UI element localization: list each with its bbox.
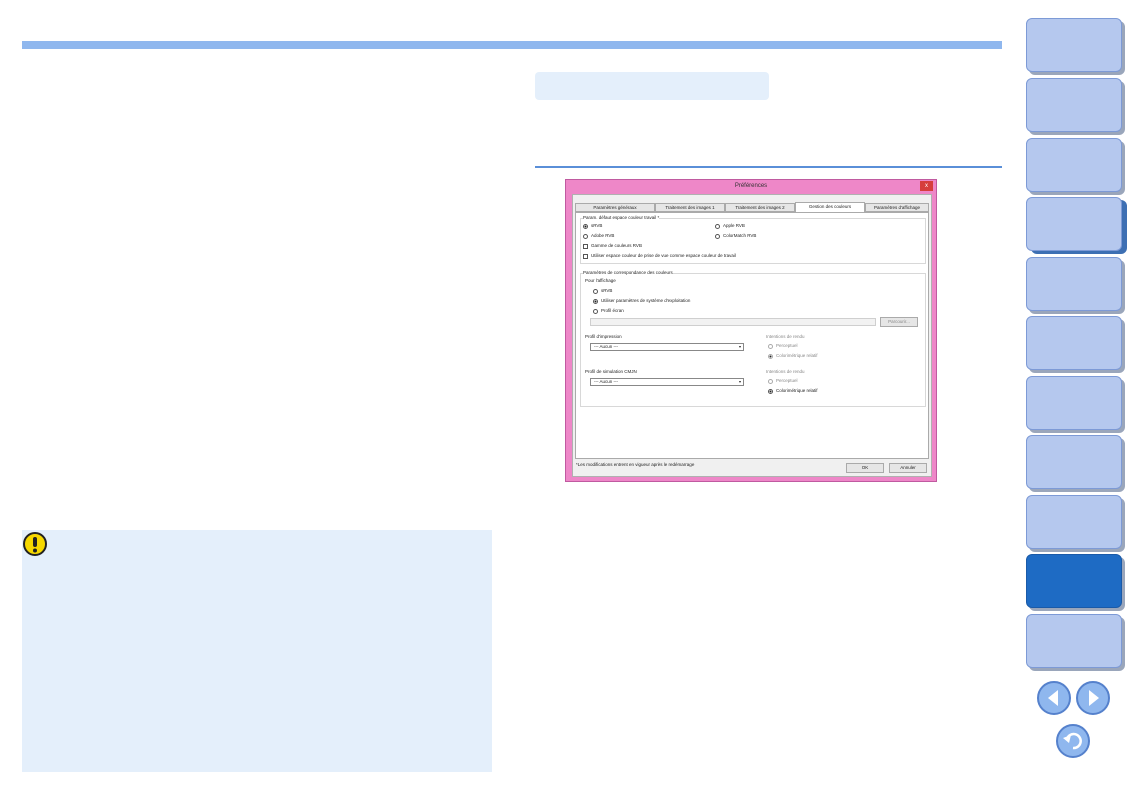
browse-button[interactable]: Parcourir... [880,317,918,327]
tab-color-management[interactable]: Gestion des couleurs [795,202,865,212]
print-profile-value: --- Aucun --- [594,344,619,349]
ok-button[interactable]: OK [846,463,884,473]
cmyk-relative-label: Colorimétrique relatif [776,388,818,393]
work-space-label: Param. défaut espace couleur travail * [583,215,660,221]
color-management-panel: Param. défaut espace couleur travail * s… [575,212,929,459]
wide-gamut-checkbox[interactable] [583,244,588,249]
cmyk-intent-label: Intentions de rendu [766,369,805,374]
display-os-label: Utiliser paramètres de système d'exploit… [601,298,691,303]
srgb-radio[interactable] [583,224,588,229]
sidebar-tab-9[interactable] [1026,495,1122,549]
matching-group [580,273,926,407]
colormatch-rgb-label: ColorMatch RVB [723,233,757,238]
arrow-left-icon [1048,690,1058,706]
matching-label: Paramètres de correspondance des couleur… [583,270,673,276]
print-profile-select[interactable]: --- Aucun --- ▾ [590,343,744,351]
header-bar [22,41,1002,49]
cmyk-profile-select[interactable]: --- Aucun --- ▾ [590,378,744,386]
tab-image-1[interactable]: Traitement des images 1 [655,203,725,212]
sidebar-tab-8[interactable] [1026,435,1122,489]
sidebar-tab-5[interactable] [1026,257,1122,311]
print-relative-radio[interactable] [768,354,773,359]
tab-general[interactable]: Paramètres généraux [575,203,655,212]
print-perceptual-label: Perceptuel [776,343,798,348]
tab-image-2[interactable]: Traitement des images 2 [725,203,795,212]
return-icon [1063,732,1082,750]
adobe-rgb-label: Adobe RVB [591,233,615,238]
dialog-title: Préférences [734,183,768,189]
caution-note-box [22,530,492,772]
section-rule [535,166,1002,168]
chevron-down-icon: ▾ [738,344,741,349]
display-srgb-label: sRVB [601,288,613,293]
print-profile-label: Profil d'impression [585,334,622,339]
next-page-button[interactable] [1076,681,1110,715]
return-button[interactable] [1056,724,1090,758]
dialog-body: Paramètres généraux Traitement des image… [572,194,932,477]
cmyk-profile-label: Profil de simulation CMJN [585,369,637,374]
arrow-right-icon [1089,690,1099,706]
sidebar-tab-1[interactable] [1026,18,1122,72]
srgb-label: sRVB [591,223,603,228]
adobe-rgb-radio[interactable] [583,234,588,239]
wide-gamut-label: Gamme de couleurs RVB [591,243,642,248]
cmyk-perceptual-radio[interactable] [768,379,773,384]
print-intent-label: Intentions de rendu [766,334,805,339]
display-profile-path[interactable] [590,318,876,326]
display-label: Pour l'affichage [585,278,616,283]
sidebar-tab-10[interactable] [1026,554,1122,608]
sidebar-tab-6[interactable] [1026,316,1122,370]
caution-icon [23,532,47,556]
cancel-button[interactable]: Annuler [889,463,927,473]
sidebar-tab-7[interactable] [1026,376,1122,430]
display-srgb-radio[interactable] [593,289,598,294]
chevron-down-icon: ▾ [738,379,741,384]
cmyk-perceptual-label: Perceptuel [776,378,798,383]
close-button[interactable]: x [920,181,933,191]
preferences-dialog: Préférences x Paramètres généraux Traite… [565,179,937,482]
cmyk-profile-value: --- Aucun --- [594,379,619,384]
prev-page-button[interactable] [1037,681,1071,715]
restart-footnote: *Les modifications entrent en vigueur ap… [576,462,695,467]
sidebar-tab-11[interactable] [1026,614,1122,668]
sidebar-tab-4[interactable] [1026,197,1122,251]
print-relative-label: Colorimétrique relatif [776,353,818,358]
apple-rgb-label: Apple RVB [723,223,745,228]
use-shot-space-checkbox[interactable] [583,254,588,259]
sidebar-tab-2[interactable] [1026,78,1122,132]
display-profile-label: Profil écran [601,308,624,313]
display-profile-radio[interactable] [593,309,598,314]
colormatch-rgb-radio[interactable] [715,234,720,239]
manual-page: Préférences x Paramètres généraux Traite… [0,0,1132,800]
print-perceptual-radio[interactable] [768,344,773,349]
display-os-radio[interactable] [593,299,598,304]
sidebar-tab-3[interactable] [1026,138,1122,192]
section-heading-box [535,72,769,100]
use-shot-space-label: Utiliser espace couleur de prise de vue … [591,253,736,258]
apple-rgb-radio[interactable] [715,224,720,229]
cmyk-relative-radio[interactable] [768,389,773,394]
tab-display[interactable]: Paramètres d'affichage [865,203,929,212]
